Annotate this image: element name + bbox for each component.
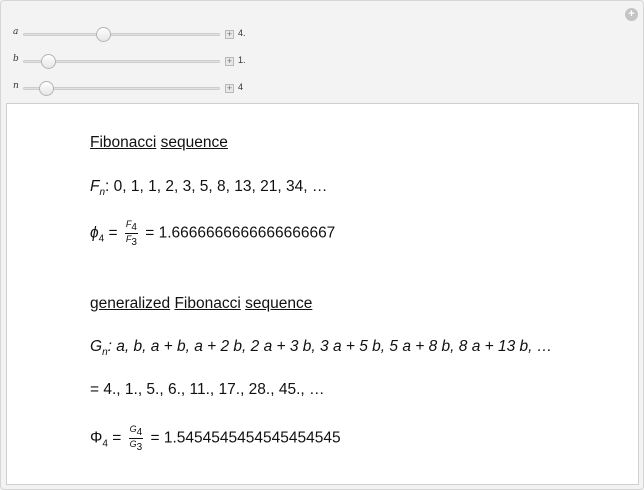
slider-value-n: 4 — [238, 82, 244, 92]
phi-den-sub: 3 — [131, 236, 137, 248]
gn-terms: : a, b, a + b, a + 2 b, 2 a + 3 b, 3 a +… — [107, 338, 553, 355]
expand-plus-icon-a[interactable]: + — [225, 30, 234, 39]
generalized-heading: generalized Fibonacci sequence — [90, 295, 312, 313]
sequence-link[interactable]: sequence — [161, 134, 228, 151]
phi-symbol: ϕ — [90, 224, 99, 242]
generalized-values: = 4., 1., 5., 6., 11., 17., 28., 45., … — [90, 381, 325, 398]
slider-label-b: b — [13, 54, 19, 64]
slider-row-a: a + 4. — [1, 25, 301, 43]
fn-terms: : 0, 1, 1, 2, 3, 5, 8, 13, 21, 34, … — [105, 178, 328, 195]
Phi-value: = 1.5454545454545454545 — [150, 429, 341, 447]
generalized-link[interactable]: generalized — [90, 295, 170, 312]
sequence-link-2[interactable]: sequence — [245, 295, 312, 312]
slider-thumb-a[interactable] — [96, 27, 112, 42]
Phi-num-sub: 4 — [136, 426, 143, 438]
Phi-num: G — [129, 424, 137, 434]
output-panel: Fibonacci sequence Fn: 0, 1, 1, 2, 3, 5,… — [6, 103, 639, 485]
phi-value: = 1.6666666666666666667 — [145, 224, 336, 242]
Phi-ratio: Φ4 = G4 G3 = 1.5454545454545454545 — [90, 424, 341, 453]
slider-value-b: 1. — [238, 55, 246, 65]
Phi-index: 4 — [102, 438, 108, 450]
Phi-fraction: G4 G3 — [128, 424, 144, 453]
options-plus-icon[interactable]: + — [625, 8, 638, 21]
slider-row-n: n + 4 — [1, 79, 301, 97]
phi-fraction: F4 F3 — [124, 219, 138, 248]
expand-plus-icon-b[interactable]: + — [225, 57, 234, 66]
fibonacci-link[interactable]: Fibonacci — [90, 134, 156, 151]
slider-thumb-n[interactable] — [39, 81, 55, 96]
gn-symbol: G — [90, 338, 103, 355]
phi-index: 4 — [98, 233, 105, 245]
slider-track-a[interactable] — [23, 33, 220, 36]
phi-ratio: ϕ4 = F4 F3 = 1.6666666666666666667 — [90, 219, 336, 248]
manipulate-frame: + a + 4. b + 1. n + 4 Fibonacci sequence… — [0, 0, 644, 490]
slider-value-a: 4. — [238, 28, 246, 38]
slider-row-b: b + 1. — [1, 52, 301, 70]
slider-label-n: n — [13, 81, 19, 91]
generalized-terms: Gn: a, b, a + b, a + 2 b, 2 a + 3 b, 3 a… — [90, 338, 552, 358]
slider-label-a: a — [13, 27, 19, 37]
expand-plus-icon-n[interactable]: + — [225, 84, 234, 93]
slider-thumb-b[interactable] — [41, 54, 57, 69]
Phi-den: G — [129, 438, 137, 449]
phi-num-sub: 4 — [131, 221, 137, 233]
Phi-den-sub: 3 — [136, 441, 143, 453]
fibonacci-link-2[interactable]: Fibonacci — [174, 295, 240, 312]
Phi-symbol: Φ — [90, 429, 103, 447]
fibonacci-heading: Fibonacci sequence — [90, 134, 228, 152]
fibonacci-terms: Fn: 0, 1, 1, 2, 3, 5, 8, 13, 21, 34, … — [90, 178, 327, 198]
